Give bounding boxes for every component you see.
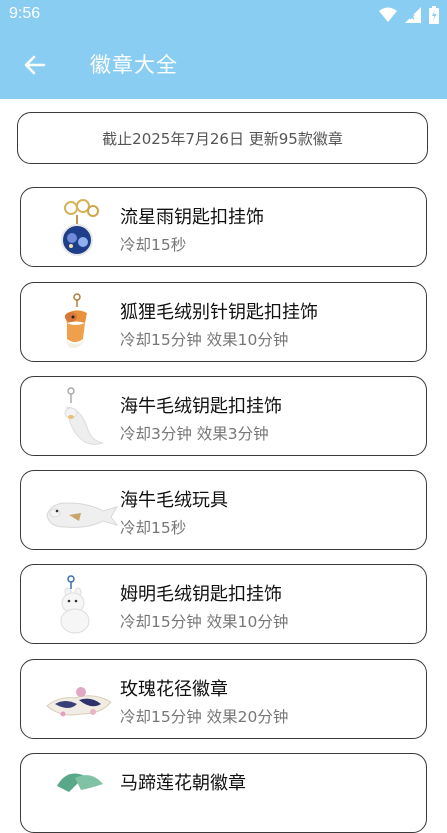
keychain-icon — [61, 199, 99, 256]
badge-card[interactable]: 姆明毛绒钥匙扣挂饰 冷却15分钟 效果10分钟 — [20, 564, 427, 644]
page-title: 徽章大全 — [90, 53, 178, 77]
rose-badge-icon — [46, 687, 112, 717]
badge-desc: 冷却15分钟 效果10分钟 — [120, 331, 289, 349]
badge-card[interactable]: 海牛毛绒钥匙扣挂饰 冷却3分钟 效果3分钟 — [20, 376, 427, 456]
badge-name: 流星雨钥匙扣挂饰 — [120, 207, 264, 228]
status-bar: 9:56 — [0, 0, 447, 30]
badge-name: 姆明毛绒钥匙扣挂饰 — [120, 584, 282, 605]
manatee-plush-icon — [46, 502, 119, 528]
status-time: 9:56 — [9, 5, 41, 22]
badge-name: 玫瑰花径徽章 — [120, 679, 228, 700]
calla-lily-badge-icon — [57, 773, 103, 792]
manatee-keychain-icon — [64, 387, 104, 445]
badge-desc: 冷却15分钟 效果10分钟 — [120, 613, 289, 631]
badge-name: 海牛毛绒钥匙扣挂饰 — [120, 396, 282, 417]
battery-icon — [429, 6, 439, 24]
update-notice-text: 截止2025年7月26日 更新95款徽章 — [102, 129, 343, 148]
badge-card[interactable]: 狐狸毛绒别针钥匙扣挂饰 冷却15分钟 效果10分钟 — [20, 282, 427, 362]
arrow-left-icon[interactable] — [22, 52, 48, 78]
badge-desc: 冷却15分钟 效果20分钟 — [120, 708, 289, 726]
badge-name: 狐狸毛绒别针钥匙扣挂饰 — [120, 302, 318, 323]
fox-plush-icon — [65, 293, 87, 348]
status-icons — [379, 6, 439, 24]
badge-card[interactable]: 玫瑰花径徽章 冷却15分钟 效果20分钟 — [20, 659, 427, 739]
badge-name: 海牛毛绒玩具 — [120, 490, 228, 511]
moomin-plush-icon — [60, 575, 90, 634]
badge-desc: 冷却3分钟 效果3分钟 — [120, 425, 269, 443]
app-bar: 徽章大全 — [0, 30, 447, 99]
badge-name: 马蹄莲花朝徽章 — [120, 773, 246, 794]
badge-desc: 冷却15秒 — [120, 236, 187, 254]
update-notice: 截止2025年7月26日 更新95款徽章 — [17, 112, 428, 164]
badge-card[interactable]: 海牛毛绒玩具 冷却15秒 — [20, 470, 427, 550]
badge-desc: 冷却15秒 — [120, 519, 187, 537]
cellular-signal-icon — [405, 7, 421, 23]
wifi-icon — [379, 7, 397, 22]
badge-card[interactable]: 马蹄莲花朝徽章 — [20, 753, 427, 833]
badge-card[interactable]: 流星雨钥匙扣挂饰 冷却15秒 — [20, 187, 427, 267]
